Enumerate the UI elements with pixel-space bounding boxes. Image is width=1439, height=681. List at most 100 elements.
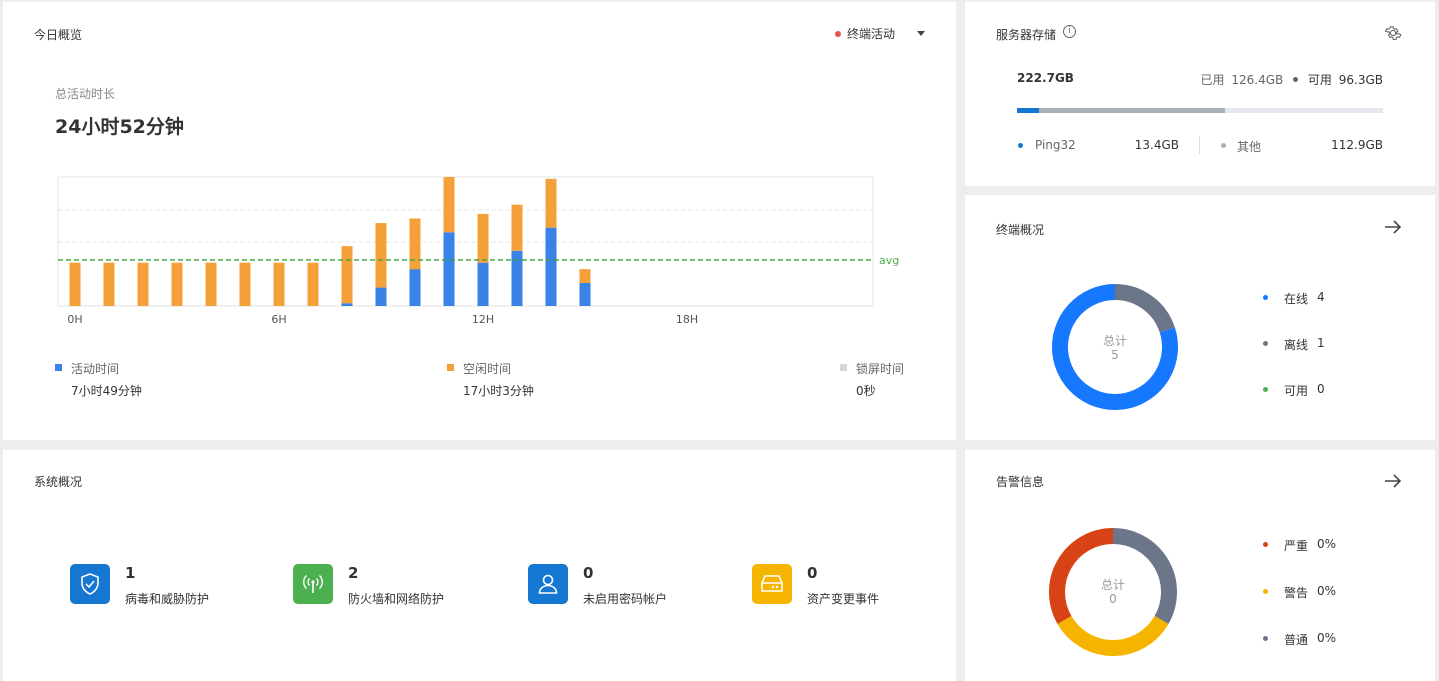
firewall-protection-label: 防火墙和网络防护 <box>348 592 445 606</box>
critical-dot <box>1263 542 1268 547</box>
bar-idle <box>239 262 251 306</box>
bar-idle <box>579 269 591 283</box>
storage-divider <box>1199 136 1200 154</box>
legend-locked: 锁屏时间 0秒 <box>840 360 940 400</box>
normal-dot <box>1263 636 1268 641</box>
bar-active <box>443 232 455 306</box>
alert-info-title: 告警信息 <box>996 475 1045 489</box>
arrow-right-icon[interactable] <box>1384 219 1402 238</box>
storage-usage-bar <box>1017 108 1383 113</box>
used-value: 126.4GB <box>1231 73 1284 87</box>
bar-active <box>579 282 591 306</box>
bar-idle <box>375 223 387 288</box>
chevron-down-icon[interactable] <box>917 31 925 36</box>
bar-idle <box>545 178 557 228</box>
critical-label: 严重 <box>1284 539 1309 553</box>
warning-value: 0% <box>1317 584 1337 598</box>
offline-label: 离线 <box>1284 338 1309 352</box>
endpoint-overview-title: 终端概况 <box>996 223 1045 237</box>
online-label: 在线 <box>1284 292 1309 306</box>
available-dot <box>1263 387 1268 392</box>
x-tick-label: 12H <box>472 313 494 326</box>
legend-active-swatch <box>55 364 62 371</box>
donut-slice-warning <box>1057 615 1169 656</box>
filter-label: 终端活动 <box>847 27 896 41</box>
alert-info-card: 告警信息 总计 0 严重 0% 警告 0% 普通 0% <box>965 450 1435 681</box>
asset-change-label: 资产变更事件 <box>807 592 880 606</box>
system-overview-title: 系统概况 <box>34 475 83 489</box>
bar-idle <box>69 262 81 306</box>
virus-protection-tile[interactable] <box>70 564 110 604</box>
endpoint-activity-filter[interactable]: 终端活动 <box>833 25 928 43</box>
x-tick-label: 18H <box>676 313 698 326</box>
critical-value: 0% <box>1317 537 1337 551</box>
system-overview-card: 系统概况 1 病毒和威胁防护 2 防火墙和网络防护 0 未启用密码帐户 0 资产… <box>3 450 956 681</box>
bar-active <box>511 250 523 306</box>
virus-protection-label: 病毒和威胁防护 <box>125 592 210 606</box>
x-tick-label: 6H <box>271 313 286 326</box>
bar-active <box>477 262 489 306</box>
server-storage-card: 服务器存储 i 222.7GB 已用 126.4GB 可用 96.3GB Pin… <box>965 2 1435 186</box>
firewall-protection-count: 2 <box>348 564 359 582</box>
antenna-icon <box>301 572 325 600</box>
no-password-accounts-tile[interactable] <box>528 564 568 604</box>
endpoint-center-value: 5 <box>1111 348 1119 362</box>
x-tick-label: 0H <box>67 313 82 326</box>
bar-active <box>409 269 421 306</box>
ping32-value: 13.4GB <box>1134 138 1179 152</box>
today-overview-card: 今日概览 终端活动 总活动时长 24小时52分钟 avg 0H 6H 12H 18H 活… <box>3 2 956 440</box>
ping32-dot <box>1018 143 1023 148</box>
firewall-protection-tile[interactable] <box>293 564 333 604</box>
avg-label: avg <box>879 254 899 267</box>
gear-icon[interactable] <box>1384 24 1402 46</box>
bar-idle <box>477 213 489 263</box>
storage-used-fill <box>1017 108 1225 113</box>
total-activity-label: 总活动时长 <box>55 87 116 101</box>
bar-idle <box>443 177 455 233</box>
legend-active-value: 7小时49分钟 <box>71 384 142 398</box>
bar-active <box>545 227 557 306</box>
total-activity-value: 24小时52分钟 <box>55 116 184 138</box>
bar-idle <box>409 218 421 270</box>
user-icon <box>536 572 560 600</box>
legend-active: 活动时间 7小时49分钟 <box>55 360 255 400</box>
bar-idle <box>137 262 149 306</box>
legend-idle: 空闲时间 17小时3分钟 <box>447 360 647 400</box>
storage-summary: 已用 126.4GB 可用 96.3GB <box>1195 71 1383 87</box>
no-password-accounts-label: 未启用密码帐户 <box>583 592 668 606</box>
info-icon[interactable]: i <box>1063 25 1076 38</box>
used-label: 已用 <box>1200 73 1225 87</box>
bar-active <box>375 287 387 306</box>
other-value: 112.9GB <box>1331 138 1383 152</box>
today-overview-title: 今日概览 <box>34 28 83 42</box>
legend-locked-label: 锁屏时间 <box>856 362 905 376</box>
asset-change-tile[interactable] <box>752 564 792 604</box>
free-value: 96.3GB <box>1338 73 1383 87</box>
alert-center-value: 0 <box>1109 592 1117 606</box>
online-dot <box>1263 295 1268 300</box>
bar-idle <box>273 262 285 306</box>
other-label: 其他 <box>1237 140 1262 154</box>
bar-idle <box>341 246 353 304</box>
legend-idle-value: 17小时3分钟 <box>463 384 534 398</box>
activity-chart: avg 0H 6H 12H 18H <box>57 176 899 326</box>
offline-dot <box>1263 341 1268 346</box>
available-label: 可用 <box>1284 384 1309 398</box>
bar-idle <box>307 262 319 306</box>
storage-ping32-fill <box>1017 108 1039 113</box>
ping32-label: Ping32 <box>1035 138 1076 152</box>
virus-protection-count: 1 <box>125 564 136 582</box>
legend-active-label: 活动时间 <box>71 362 120 376</box>
shield-icon <box>79 572 101 600</box>
normal-value: 0% <box>1317 631 1337 645</box>
bar-idle <box>511 204 523 251</box>
legend-idle-label: 空闲时间 <box>463 362 512 376</box>
bar-idle <box>205 262 217 306</box>
normal-label: 普通 <box>1284 633 1309 647</box>
free-label: 可用 <box>1307 73 1332 87</box>
bar-idle <box>171 262 183 306</box>
arrow-right-icon[interactable] <box>1384 473 1402 492</box>
donut-slice-offline <box>1114 284 1175 333</box>
legend-idle-swatch <box>447 364 454 371</box>
bar-active <box>341 303 353 306</box>
